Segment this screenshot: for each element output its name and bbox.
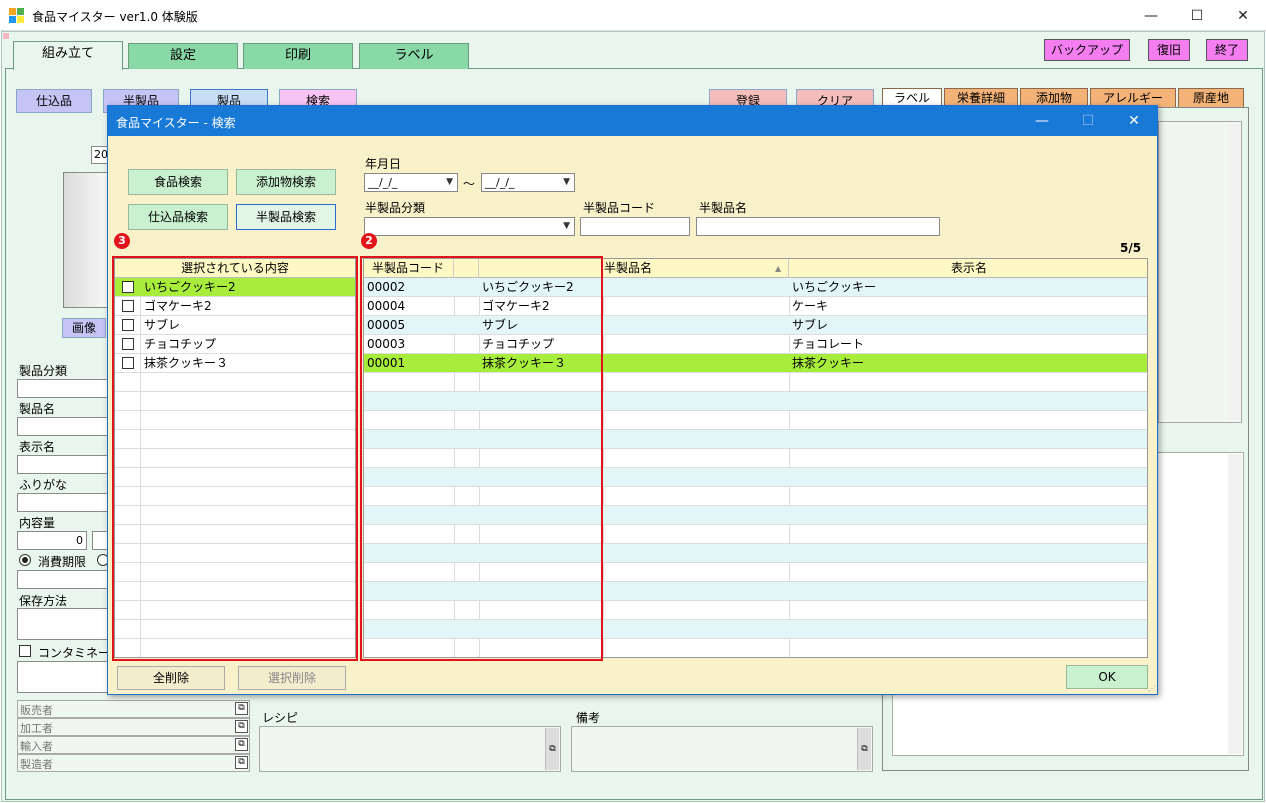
label-scrollbar[interactable] xyxy=(1228,123,1241,421)
annotation-badge-3: 3 xyxy=(114,233,130,249)
tab-settings[interactable]: 設定 xyxy=(128,43,238,69)
result-count: 5/5 xyxy=(1120,241,1142,255)
sort-ascending-icon: ▲ xyxy=(775,264,782,273)
restore-button[interactable]: 復旧 xyxy=(1148,39,1190,61)
content-field[interactable]: 0 xyxy=(17,531,87,550)
food-search-button[interactable]: 食品検索 xyxy=(128,169,228,195)
dialog-close-button[interactable]: ✕ xyxy=(1111,106,1157,136)
content-label: 内容量 xyxy=(19,516,56,530)
expiry-radio-label: 消費期限 xyxy=(38,555,87,569)
date-label: 年月日 xyxy=(365,157,402,171)
delete-all-button[interactable]: 全削除 xyxy=(117,666,225,690)
annotation-badge-2: 2 xyxy=(361,233,377,249)
dialog-minimize-button[interactable]: — xyxy=(1019,106,1065,136)
chevron-down-icon: ▼ xyxy=(446,177,453,187)
tab-label[interactable]: ラベル xyxy=(359,43,469,69)
date-to-value: __/_/_ xyxy=(485,176,515,189)
contamination-checkbox[interactable] xyxy=(19,645,31,657)
product-category-label: 製品分類 xyxy=(19,364,68,378)
furigana-field[interactable] xyxy=(17,493,109,512)
storage-label: 保存方法 xyxy=(19,594,68,608)
close-button[interactable]: ✕ xyxy=(1220,0,1266,31)
maximize-button[interactable]: ☐ xyxy=(1174,0,1220,31)
name-label: 半製品名 xyxy=(699,201,748,215)
name-input[interactable] xyxy=(696,217,940,236)
prep-search-button[interactable]: 仕込品検索 xyxy=(128,204,228,230)
dialog-maximize-button[interactable]: ☐ xyxy=(1065,106,1111,136)
backup-button[interactable]: バックアップ xyxy=(1044,39,1130,61)
recipe-field[interactable]: ⧉ xyxy=(259,726,561,772)
product-category-field[interactable] xyxy=(17,379,109,398)
notes-field[interactable]: ⧉ xyxy=(571,726,873,772)
notes-label: 備考 xyxy=(576,711,601,725)
display-name-label: 表示名 xyxy=(19,440,56,454)
importer-label: 輸入者 xyxy=(20,740,53,753)
product-image xyxy=(63,172,109,308)
main-titlebar: 食品マイスター ver1.0 体験版 — ☐ ✕ xyxy=(0,0,1266,31)
date-from-value: __/_/_ xyxy=(368,176,398,189)
seller-label: 販売者 xyxy=(20,704,53,717)
image-button[interactable]: 画像 xyxy=(62,318,106,338)
code-input[interactable] xyxy=(580,217,690,236)
recipe-copy-icon[interactable]: ⧉ xyxy=(545,728,559,770)
dialog-title: 食品マイスター - 検索 xyxy=(116,116,236,130)
cell-display: いちごクッキー xyxy=(792,280,877,294)
header-name-label: 半製品名 xyxy=(604,261,653,275)
manufacturer-copy-icon[interactable]: ⧉ xyxy=(235,756,248,769)
furigana-label: ふりがな xyxy=(19,478,68,492)
processor-label: 加工者 xyxy=(20,722,53,735)
highlight-box-selected xyxy=(112,256,358,661)
tab-assemble[interactable]: 組み立て xyxy=(13,41,123,70)
processor-copy-icon[interactable]: ⧉ xyxy=(235,720,248,733)
category-label: 半製品分類 xyxy=(365,201,426,215)
cell-display: サブレ xyxy=(792,318,829,332)
code-label: 半製品コード xyxy=(583,201,656,215)
notes-copy-icon[interactable]: ⧉ xyxy=(857,728,871,770)
header-display[interactable]: 表示名 xyxy=(789,259,1147,278)
date-range-tilde: 〜 xyxy=(463,177,476,191)
right-text-scrollbar[interactable] xyxy=(1228,454,1242,754)
importer-copy-icon[interactable]: ⧉ xyxy=(235,738,248,751)
storage-field[interactable] xyxy=(17,608,109,640)
app-logo-icon xyxy=(9,8,25,24)
expiry-radio[interactable] xyxy=(19,554,31,566)
minimize-button[interactable]: — xyxy=(1128,0,1174,31)
chevron-down-icon: ▼ xyxy=(563,221,570,231)
date-from-combo[interactable]: __/_/_ ▼ xyxy=(364,173,458,192)
prep-button[interactable]: 仕込品 xyxy=(16,89,92,113)
category-combo[interactable]: ▼ xyxy=(364,217,575,236)
additive-search-button[interactable]: 添加物検索 xyxy=(236,169,336,195)
corner-marker xyxy=(3,33,9,39)
right-tab-origin[interactable]: 原産地 xyxy=(1178,88,1244,108)
product-name-label: 製品名 xyxy=(19,402,56,416)
business-list: 販売者 ⧉ 加工者 ⧉ 輸入者 ⧉ 製造者 ⧉ xyxy=(17,700,250,772)
date-to-combo[interactable]: __/_/_ ▼ xyxy=(481,173,575,192)
cell-display: 抹茶クッキー xyxy=(792,356,865,370)
delete-selected-button[interactable]: 選択削除 xyxy=(238,666,346,690)
semi-search-button[interactable]: 半製品検索 xyxy=(236,204,336,230)
resize-grip-icon[interactable]: ⋰ xyxy=(1148,684,1156,693)
product-name-field[interactable] xyxy=(17,417,109,436)
manufacturer-label: 製造者 xyxy=(20,758,53,771)
exit-button[interactable]: 終了 xyxy=(1206,39,1248,61)
display-name-field[interactable] xyxy=(17,455,109,474)
cell-display: ケーキ xyxy=(792,299,829,313)
recipe-label: レシピ xyxy=(262,711,299,725)
tab-print[interactable]: 印刷 xyxy=(243,43,353,69)
dialog-titlebar: 食品マイスター - 検索 — ☐ ✕ xyxy=(108,106,1157,136)
ok-button[interactable]: OK xyxy=(1066,665,1148,689)
expiry-field[interactable] xyxy=(17,570,109,589)
chevron-down-icon: ▼ xyxy=(563,177,570,187)
search-dialog: 食品マイスター - 検索 — ☐ ✕ 食品検索 添加物検索 仕込品検索 半製品検… xyxy=(107,105,1158,695)
cell-display: チョコレート xyxy=(792,337,865,351)
contamination-field[interactable] xyxy=(17,661,109,693)
highlight-box-results xyxy=(360,256,603,661)
window-title: 食品マイスター ver1.0 体験版 xyxy=(32,10,198,24)
seller-copy-icon[interactable]: ⧉ xyxy=(235,702,248,715)
